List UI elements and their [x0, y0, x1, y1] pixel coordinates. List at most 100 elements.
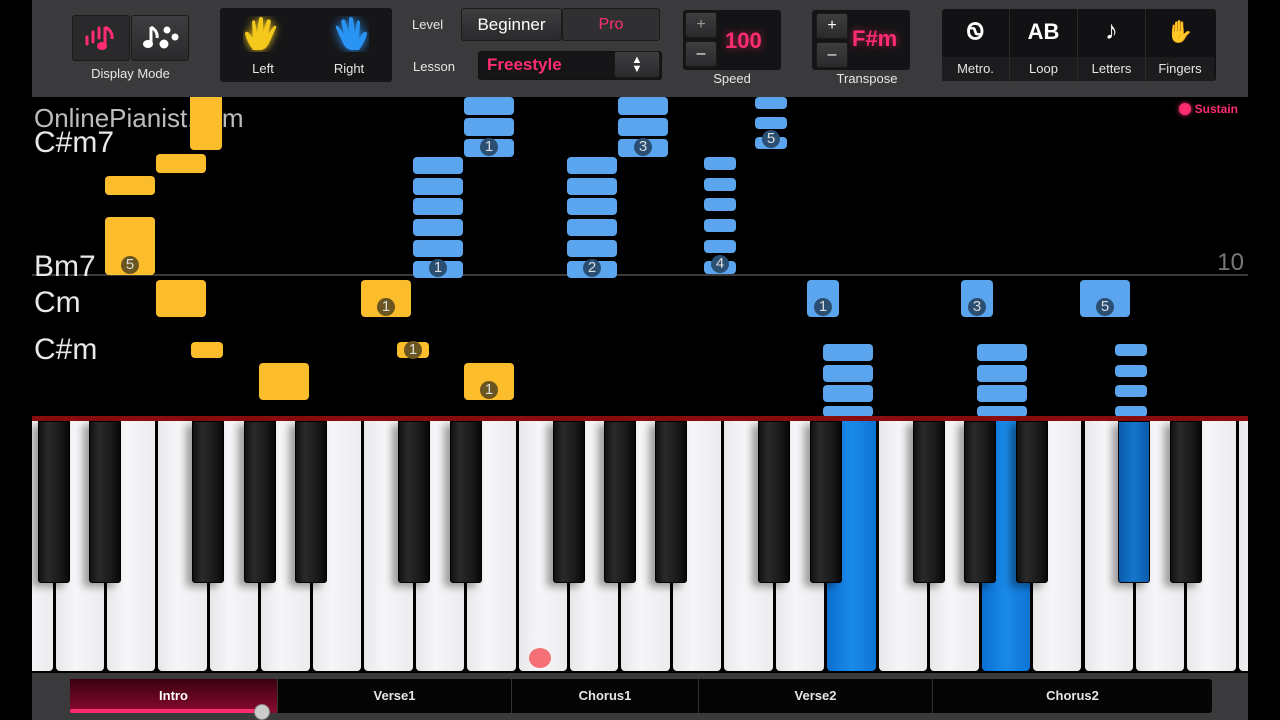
up-down-chevron-icon: ▲ ▼ — [631, 53, 643, 75]
sustain-label: Sustain — [1194, 102, 1238, 116]
level-label: Level — [412, 17, 444, 32]
right-hand-note — [977, 385, 1027, 403]
speed-decrease-button[interactable]: – — [685, 41, 717, 67]
left-hand-note — [156, 280, 206, 317]
right-hand-note — [977, 364, 1027, 382]
speed-label: Speed — [713, 71, 751, 86]
right-hand-note — [755, 117, 787, 129]
piano-keyboard — [32, 421, 1248, 673]
finger-number: 4 — [711, 254, 729, 273]
playback-scrubber-handle[interactable] — [254, 704, 271, 720]
section-verse1[interactable]: Verse1 — [278, 679, 512, 713]
black-key[interactable] — [912, 421, 945, 583]
right-hand-note — [413, 239, 463, 257]
letters-button[interactable]: ♪ Letters — [1078, 9, 1146, 81]
loop-button[interactable]: AB Loop — [1010, 9, 1078, 81]
right-hand-note — [567, 219, 617, 237]
display-mode-sheet-button[interactable] — [131, 15, 189, 61]
transpose-label: Transpose — [836, 71, 898, 86]
right-hand-note: 3 — [618, 138, 668, 157]
section-intro[interactable]: Intro — [70, 679, 278, 713]
level-pro-button[interactable]: Pro — [562, 8, 660, 41]
finger-number: 1 — [404, 341, 422, 359]
black-key[interactable] — [398, 421, 431, 583]
black-key[interactable] — [295, 421, 328, 583]
level-beginner-button[interactable]: Beginner — [461, 8, 562, 41]
falling-notes-icon — [85, 25, 114, 50]
right-hand-note — [823, 385, 873, 403]
right-hand-icon — [335, 17, 367, 50]
right-hand-note — [823, 364, 873, 382]
display-mode-falling-notes-button[interactable] — [72, 15, 130, 61]
right-hand-note — [704, 177, 736, 191]
black-key[interactable] — [449, 421, 482, 583]
playback-progress-bar — [70, 709, 262, 713]
transpose-decrease-button[interactable]: – — [816, 42, 848, 68]
toolbar: Display Mode Left Right Level Beginner P… — [32, 0, 1248, 98]
black-key[interactable] — [603, 421, 636, 583]
black-key[interactable] — [89, 421, 122, 583]
black-key[interactable] — [552, 421, 585, 583]
speed-increase-button[interactable]: + — [685, 12, 717, 38]
hands-selector: Left Right — [220, 8, 392, 82]
falling-notes-area: OnlinePianist.com Sustain 10 C#m7 Bm7 Cm… — [32, 97, 1248, 417]
left-hand-button[interactable]: Left — [220, 8, 306, 82]
black-key[interactable] — [655, 421, 688, 583]
black-key[interactable] — [758, 421, 791, 583]
lesson-dropdown-button[interactable]: ▲ ▼ — [614, 51, 660, 78]
left-hand-note — [156, 154, 206, 173]
right-hand-note: 5 — [755, 130, 787, 149]
finger-number: 1 — [480, 381, 498, 399]
right-hand-note: 5 — [1080, 280, 1130, 317]
left-hand-icon — [245, 17, 277, 50]
transpose-increase-button[interactable]: + — [816, 13, 848, 39]
letters-label: Letters — [1078, 57, 1145, 81]
finger-number: 3 — [968, 298, 986, 316]
chord-label: C#m — [34, 333, 98, 366]
left-hand-note — [190, 97, 222, 150]
right-hand-note: 4 — [704, 254, 736, 274]
right-hand-note — [618, 97, 668, 115]
right-hand-note — [567, 177, 617, 195]
sustain-indicator: Sustain — [1178, 102, 1238, 116]
right-hand-note: 3 — [961, 280, 993, 317]
music-note-icon: ♪ — [1105, 15, 1118, 45]
section-verse2[interactable]: Verse2 — [699, 679, 933, 713]
loop-label: Loop — [1010, 57, 1077, 81]
left-hand-label: Left — [252, 61, 274, 76]
section-chorus2[interactable]: Chorus2 — [933, 679, 1212, 713]
right-hand-button[interactable]: Right — [306, 8, 392, 82]
right-hand-note: 2 — [567, 258, 617, 278]
black-key[interactable] — [243, 421, 276, 583]
black-key[interactable] — [809, 421, 842, 583]
right-hand-note — [755, 97, 787, 109]
right-hand-note — [413, 177, 463, 195]
speed-control: + – 100 — [683, 10, 781, 70]
finger-number: 5 — [1096, 298, 1114, 316]
fingers-label: Fingers — [1146, 57, 1214, 81]
left-hand-note — [259, 363, 309, 400]
right-hand-note — [704, 219, 736, 233]
black-key[interactable] — [964, 421, 997, 583]
metronome-button[interactable]: Ꮻ Metro. — [942, 9, 1010, 81]
white-key[interactable] — [1238, 421, 1248, 671]
black-key[interactable] — [38, 421, 70, 583]
section-chorus1[interactable]: Chorus1 — [512, 679, 699, 713]
black-key[interactable] — [1118, 421, 1151, 583]
finger-number: 1 — [377, 298, 395, 316]
chord-label: Cm — [34, 286, 81, 319]
scattered-notes-icon — [143, 25, 179, 49]
left-hand-note — [105, 176, 155, 195]
right-hand-note — [1115, 344, 1147, 356]
black-key[interactable] — [192, 421, 225, 583]
black-key[interactable] — [1015, 421, 1048, 583]
measure-line — [32, 274, 1248, 276]
metronome-label: Metro. — [942, 57, 1009, 81]
fingers-button[interactable]: ✋ Fingers — [1146, 9, 1214, 81]
left-hand-note — [191, 342, 223, 358]
left-hand-note: 1 — [464, 363, 514, 400]
right-hand-note — [704, 157, 736, 170]
black-key[interactable] — [1169, 421, 1202, 583]
right-hand-note — [567, 157, 617, 174]
chord-label: Bm7 — [34, 250, 96, 283]
